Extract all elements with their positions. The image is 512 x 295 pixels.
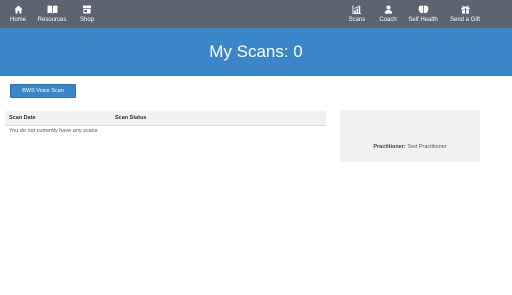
store-icon — [82, 4, 92, 15]
placeholder-image-icon — [409, 126, 410, 127]
nav-coach-label: Coach — [379, 17, 397, 23]
person-icon — [384, 4, 393, 15]
practitioner-card: Practitioner: Test Practitioner — [340, 110, 480, 162]
nav-shop[interactable]: Shop — [78, 4, 96, 24]
chart-icon — [352, 4, 362, 15]
page-title: My Scans: 0 — [209, 42, 303, 61]
nav-resources-label: Resources — [37, 17, 67, 23]
brain-icon — [418, 4, 429, 15]
gift-icon — [460, 4, 470, 15]
empty-table-message: You do not currently have any scans — [9, 128, 98, 134]
scans-table: Scan Date Scan Status You do not current… — [5, 111, 326, 137]
practitioner-name: Test Practitioner — [407, 144, 447, 150]
nav-scans[interactable]: Scans — [348, 4, 366, 24]
nav-send-gift[interactable]: Send a Gift — [449, 4, 481, 24]
app-root: Home Resources Shop Scans Coach Self Hea… — [0, 0, 512, 295]
column-header-scan-date[interactable]: Scan Date — [9, 111, 36, 126]
nav-shop-label: Shop — [79, 17, 94, 23]
nav-home[interactable]: Home — [10, 4, 26, 24]
nav-send-gift-label: Send a Gift — [449, 17, 481, 23]
page-banner: My Scans: 0 — [0, 28, 512, 76]
table-header: Scan Date Scan Status — [5, 111, 326, 126]
practitioner-info: Practitioner: Test Practitioner — [340, 144, 480, 150]
nav-coach[interactable]: Coach — [377, 4, 399, 24]
bws-voice-scan-button[interactable]: BWS Voice Scan — [10, 84, 76, 98]
top-navbar: Home Resources Shop Scans Coach Self Hea… — [0, 0, 512, 28]
column-header-scan-status[interactable]: Scan Status — [115, 111, 146, 126]
nav-self-health[interactable]: Self Health — [407, 4, 439, 24]
nav-self-health-label: Self Health — [408, 17, 438, 23]
nav-scans-label: Scans — [348, 17, 366, 23]
home-icon — [13, 4, 23, 15]
practitioner-label: Practitioner: — [373, 144, 406, 150]
book-icon — [47, 4, 58, 15]
nav-home-label: Home — [10, 17, 27, 23]
nav-resources[interactable]: Resources — [37, 4, 67, 24]
